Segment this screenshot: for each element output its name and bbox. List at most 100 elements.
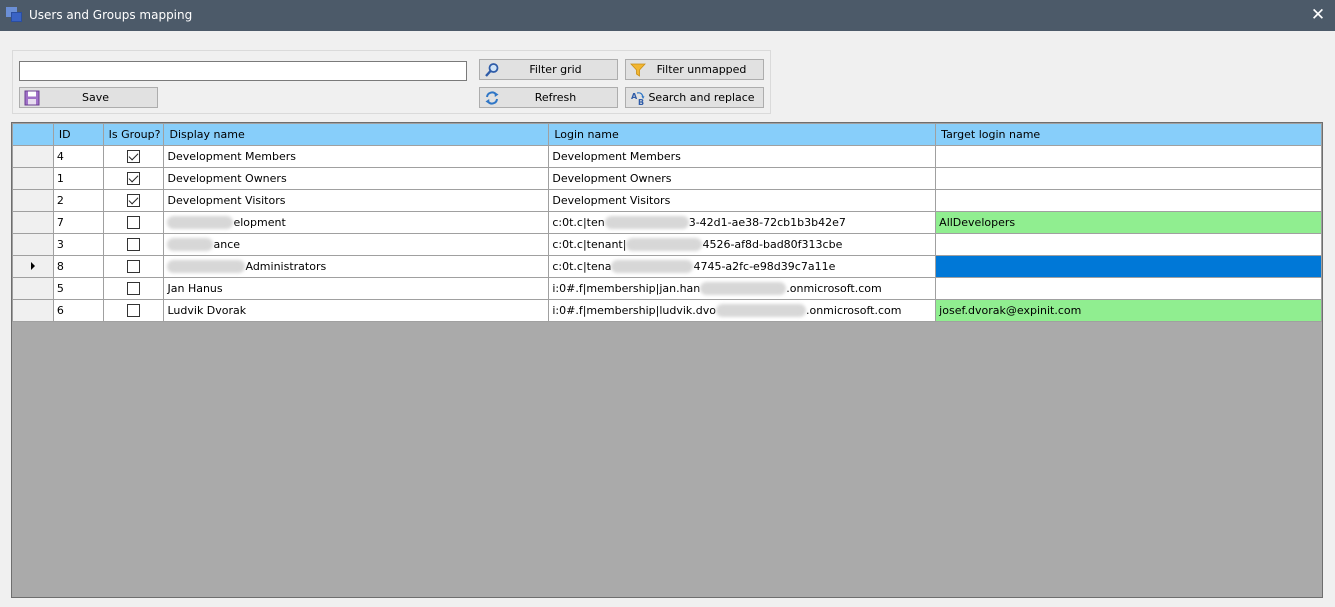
checkbox-unchecked[interactable] bbox=[127, 304, 141, 318]
cell-login-name-prefix: c:0t.c|ten bbox=[552, 215, 605, 229]
table-row[interactable]: 6 Ludvik Dvorak i:0#.f|membership|ludvik.d… bbox=[12, 299, 1322, 322]
table-row[interactable]: 3 ance c:0t.c|tenant| 4526-af8d-bad80f313cb… bbox=[12, 233, 1322, 256]
redacted-blur bbox=[715, 304, 806, 318]
cell-login-name-suffix: 4745-a2fc-e98d39c7a11e bbox=[693, 259, 836, 273]
cell-target-login-name[interactable]: AllDevelopers bbox=[935, 211, 1322, 234]
cell-id[interactable]: 6 bbox=[52, 299, 104, 322]
cell-target-login-name[interactable] bbox=[935, 233, 1322, 256]
cell-target-login-name[interactable] bbox=[935, 277, 1322, 300]
checkbox-unchecked[interactable] bbox=[127, 238, 141, 252]
cell-is-group[interactable] bbox=[102, 277, 165, 300]
cell-display-name[interactable]: elopment bbox=[163, 211, 550, 234]
column-header-is-group[interactable]: Is Group? bbox=[102, 123, 165, 146]
close-icon[interactable]: ✕ bbox=[1309, 5, 1327, 25]
cell-id[interactable]: 2 bbox=[52, 189, 104, 212]
cell-id-text: 4 bbox=[56, 150, 64, 163]
table-row[interactable]: 8 Administrators c:0t.c|tena 4745-a2fc-e98d… bbox=[12, 255, 1322, 278]
row-header[interactable] bbox=[12, 145, 54, 168]
checkbox-checked[interactable] bbox=[127, 172, 141, 186]
table-row[interactable]: 5 Jan Hanus i:0#.f|membership|jan.han .onmi… bbox=[12, 277, 1322, 300]
cell-login-name-suffix: 4526-af8d-bad80f313cbe bbox=[702, 237, 843, 251]
cell-login-name[interactable]: Development Members bbox=[548, 145, 937, 168]
cell-login-name[interactable]: i:0#.f|membership|jan.han .onmicrosoft.co… bbox=[548, 277, 937, 300]
column-header-target-login-name[interactable]: Target login name bbox=[935, 123, 1322, 146]
search-replace-button[interactable]: A B Search and replace bbox=[625, 87, 764, 108]
checkbox-unchecked[interactable] bbox=[127, 216, 141, 230]
cell-target-login-name-text: josef.dvorak@expinit.com bbox=[939, 304, 1082, 317]
cell-display-name[interactable]: Administrators bbox=[163, 255, 550, 278]
filter-unmapped-button[interactable]: Filter unmapped bbox=[625, 59, 764, 80]
mapping-table: ID Is Group? Display name Login name Tar… bbox=[12, 123, 1322, 322]
cell-is-group[interactable] bbox=[102, 189, 165, 212]
checkbox-checked[interactable] bbox=[127, 150, 141, 164]
row-header[interactable] bbox=[12, 189, 54, 212]
cell-target-login-name[interactable] bbox=[935, 189, 1322, 212]
cell-login-name[interactable]: Development Owners bbox=[548, 167, 937, 190]
cell-login-name-prefix: i:0#.f|membership|jan.han bbox=[552, 281, 701, 295]
cell-id[interactable]: 3 bbox=[52, 233, 104, 256]
checkbox-checked[interactable] bbox=[127, 194, 141, 208]
cell-is-group[interactable] bbox=[102, 211, 165, 234]
cell-display-name[interactable]: Ludvik Dvorak bbox=[163, 299, 550, 322]
cell-display-name[interactable]: Jan Hanus bbox=[163, 277, 550, 300]
cell-target-login-name[interactable]: josef.dvorak@expinit.com bbox=[935, 299, 1322, 322]
checkbox-unchecked[interactable] bbox=[127, 260, 141, 274]
row-header-corner bbox=[12, 123, 54, 146]
svg-text:A: A bbox=[631, 92, 638, 101]
cell-display-name-text: Development Members bbox=[167, 150, 297, 163]
row-header[interactable] bbox=[12, 167, 54, 190]
save-button[interactable]: Save bbox=[19, 87, 158, 108]
cell-display-name[interactable]: Development Owners bbox=[163, 167, 550, 190]
row-header[interactable] bbox=[12, 255, 54, 278]
row-header[interactable] bbox=[12, 233, 54, 256]
toolbar-panel: Save Filter grid Refresh Filter unmapped… bbox=[12, 50, 771, 114]
cell-id[interactable]: 7 bbox=[52, 211, 104, 234]
row-header[interactable] bbox=[12, 299, 54, 322]
cell-display-name-text: Administrators bbox=[245, 259, 327, 273]
app-windows-icon bbox=[6, 7, 23, 23]
cell-login-name[interactable]: c:0t.c|tenant| 4526-af8d-bad80f313cbe bbox=[548, 233, 937, 256]
cell-display-name[interactable]: Development Members bbox=[163, 145, 550, 168]
cell-login-name[interactable]: c:0t.c|ten 3-42d1-ae38-72cb1b3b42e7 bbox=[548, 211, 937, 234]
cell-login-name[interactable]: i:0#.f|membership|ludvik.dvo .onmicrosoft… bbox=[548, 299, 937, 322]
column-header-login-name[interactable]: Login name bbox=[548, 123, 937, 146]
table-row[interactable]: 1 Development Owners Development Owners bbox=[12, 167, 1322, 190]
cell-login-name[interactable]: c:0t.c|tena 4745-a2fc-e98d39c7a11e bbox=[548, 255, 937, 278]
checkbox-unchecked[interactable] bbox=[127, 282, 141, 296]
cell-id[interactable]: 5 bbox=[52, 277, 104, 300]
cell-id[interactable]: 1 bbox=[52, 167, 104, 190]
cell-target-login-name[interactable] bbox=[935, 167, 1322, 190]
table-row[interactable]: 2 Development Visitors Development Visitor… bbox=[12, 189, 1322, 212]
cell-target-login-name[interactable] bbox=[935, 255, 1322, 278]
cell-login-name[interactable]: Development Visitors bbox=[548, 189, 937, 212]
cell-login-name-text: Development Owners bbox=[552, 172, 672, 185]
cell-is-group[interactable] bbox=[102, 299, 165, 322]
cell-is-group[interactable] bbox=[102, 233, 165, 256]
row-header[interactable] bbox=[12, 277, 54, 300]
cell-display-name-text: Ludvik Dvorak bbox=[167, 304, 247, 317]
row-header[interactable] bbox=[12, 211, 54, 234]
cell-login-name-suffix: .onmicrosoft.com bbox=[786, 281, 882, 295]
cell-is-group[interactable] bbox=[102, 167, 165, 190]
cell-login-name-prefix: i:0#.f|membership|ludvik.dvo bbox=[552, 303, 716, 317]
table-row[interactable]: 4 Development Members Development Members bbox=[12, 145, 1322, 168]
filter-grid-button[interactable]: Filter grid bbox=[479, 59, 618, 80]
table-row[interactable]: 7 elopment c:0t.c|ten 3-42d1-ae38-72cb1b3b4… bbox=[12, 211, 1322, 234]
filter-input[interactable] bbox=[19, 61, 467, 81]
search-replace-label: Search and replace bbox=[648, 91, 755, 104]
cell-display-name[interactable]: ance bbox=[163, 233, 550, 256]
cell-is-group[interactable] bbox=[102, 145, 165, 168]
cell-id[interactable]: 4 bbox=[52, 145, 104, 168]
column-header-id[interactable]: ID bbox=[52, 123, 104, 146]
cell-display-name-text: Jan Hanus bbox=[167, 282, 223, 295]
cell-target-login-name[interactable] bbox=[935, 145, 1322, 168]
mapping-grid[interactable]: ID Is Group? Display name Login name Tar… bbox=[11, 122, 1323, 598]
cell-id-text: 7 bbox=[56, 216, 64, 229]
column-header-display-name[interactable]: Display name bbox=[163, 123, 550, 146]
cell-id-text: 1 bbox=[56, 172, 64, 185]
cell-display-name[interactable]: Development Visitors bbox=[163, 189, 550, 212]
cell-id[interactable]: 8 bbox=[52, 255, 104, 278]
cell-is-group[interactable] bbox=[102, 255, 165, 278]
refresh-button[interactable]: Refresh bbox=[479, 87, 618, 108]
cell-id-text: 2 bbox=[56, 194, 64, 207]
